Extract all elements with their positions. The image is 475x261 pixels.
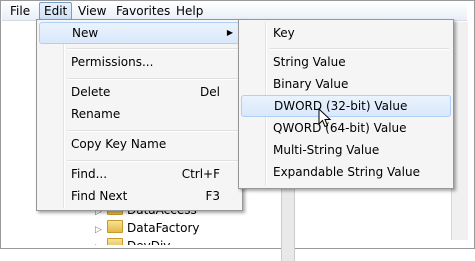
- tree-item[interactable]: ▷ DataFactory: [95, 220, 200, 236]
- menu-item-string-value[interactable]: String Value: [241, 51, 451, 73]
- shortcut-label: F3: [205, 189, 220, 203]
- menu-item-label: Binary Value: [273, 77, 349, 91]
- menu-item-label: Find...: [71, 167, 108, 181]
- tree-item-label: DevDiv: [127, 239, 171, 253]
- menu-separator: [67, 130, 238, 132]
- menu-view[interactable]: View: [74, 3, 110, 19]
- menu-item-permissions[interactable]: Permissions...: [39, 51, 240, 73]
- shortcut-label: Del: [200, 85, 220, 99]
- menu-item-label: Rename: [71, 107, 121, 121]
- menu-file[interactable]: File: [6, 3, 34, 19]
- folder-icon: [107, 220, 123, 233]
- tree-item[interactable]: ▷ DevDiv: [95, 238, 171, 253]
- menu-item-label: New: [72, 26, 99, 40]
- menu-favorites[interactable]: Favorites: [112, 3, 174, 19]
- shortcut-label: Ctrl+F: [181, 167, 220, 181]
- menu-item-copy-key-name[interactable]: Copy Key Name: [39, 133, 240, 155]
- menu-item-label: Key: [273, 26, 295, 40]
- menu-item-dword-value[interactable]: DWORD (32-bit) Value: [241, 95, 451, 117]
- menu-item-label: Find Next: [71, 189, 128, 203]
- menu-item-find[interactable]: Find... Ctrl+F: [39, 163, 240, 185]
- menu-item-label: Permissions...: [71, 55, 154, 69]
- expand-icon[interactable]: ▷: [95, 222, 105, 238]
- menu-separator: [67, 160, 238, 162]
- menu-item-binary-value[interactable]: Binary Value: [241, 73, 451, 95]
- menu-separator: [67, 78, 238, 80]
- menu-item-delete[interactable]: Delete Del: [39, 81, 240, 103]
- tree-item-label: DataFactory: [127, 221, 200, 235]
- menu-item-multi-string-value[interactable]: Multi-String Value: [241, 139, 451, 161]
- folder-icon: [107, 238, 123, 245]
- pane-splitter[interactable]: [281, 181, 295, 261]
- menu-separator: [67, 48, 238, 50]
- menu-item-label: Multi-String Value: [273, 143, 380, 157]
- menu-item-rename[interactable]: Rename: [39, 103, 240, 125]
- menu-edit[interactable]: Edit: [39, 2, 73, 20]
- menu-item-label: Delete: [71, 85, 111, 99]
- submenu-arrow-icon: ▶: [226, 28, 233, 37]
- menu-item-new[interactable]: New ▶: [39, 22, 240, 44]
- menu-item-label: QWORD (64-bit) Value: [273, 121, 407, 135]
- menu-item-label: DWORD (32-bit) Value: [274, 99, 408, 113]
- menu-help[interactable]: Help: [172, 3, 207, 19]
- menu-item-key[interactable]: Key: [241, 22, 451, 44]
- menu-item-label: Copy Key Name: [71, 137, 167, 151]
- expand-icon[interactable]: ▷: [95, 240, 105, 245]
- menu-item-label: Expandable String Value: [273, 165, 420, 179]
- menu-separator: [269, 48, 449, 50]
- new-submenu: Key String Value Binary Value DWORD (32-…: [238, 19, 454, 189]
- menu-item-qword-value[interactable]: QWORD (64-bit) Value: [241, 117, 451, 139]
- menu-item-expandable-string-value[interactable]: Expandable String Value: [241, 161, 451, 183]
- menu-item-label: String Value: [273, 55, 346, 69]
- edit-menu: New ▶ Permissions... Delete Del Rename C…: [36, 19, 243, 211]
- menu-item-find-next[interactable]: Find Next F3: [39, 185, 240, 207]
